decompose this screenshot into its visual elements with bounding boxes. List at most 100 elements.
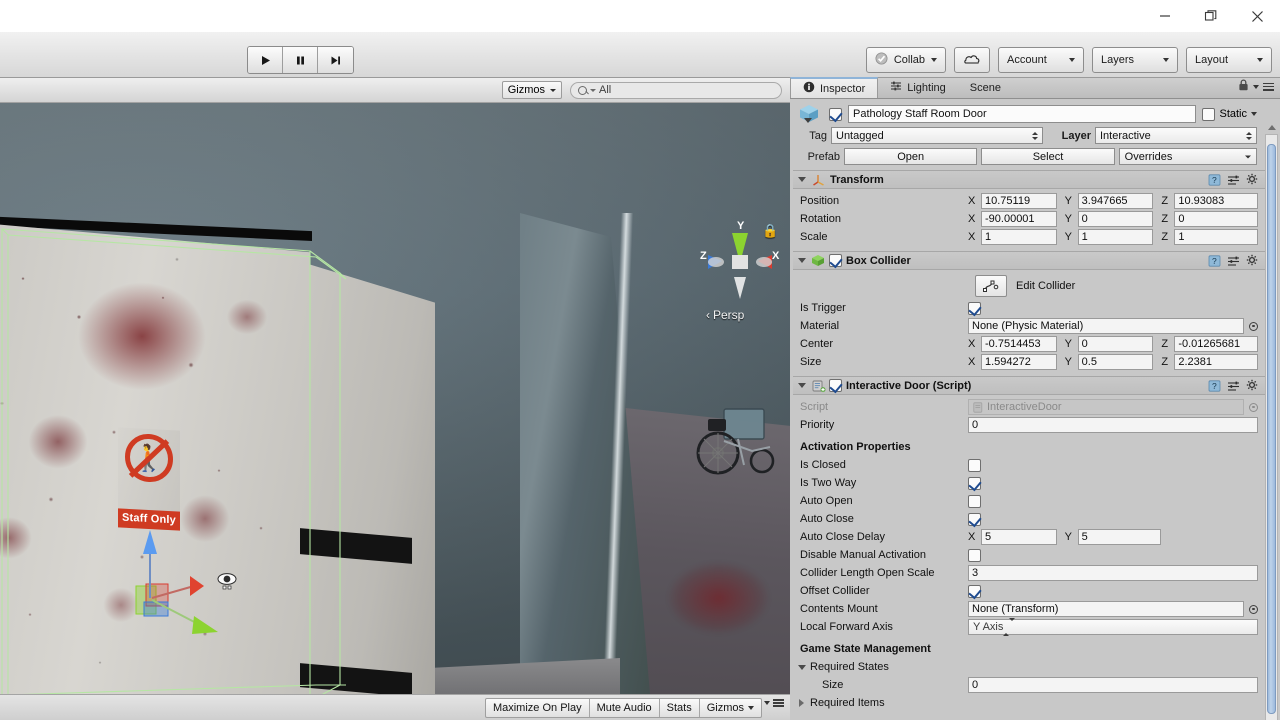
- axis-z-label: Z: [1161, 213, 1169, 225]
- scene-viewport[interactable]: 🚶 Staff Only: [0, 103, 790, 694]
- position-y-input[interactable]: 3.947665: [1077, 193, 1154, 209]
- auto-open-checkbox[interactable]: [968, 494, 981, 508]
- scale-x-input[interactable]: 1: [981, 229, 1057, 245]
- material-object-field[interactable]: None (Physic Material): [968, 318, 1244, 334]
- scene-wheelchair-prop: [690, 403, 790, 493]
- object-picker-icon[interactable]: [1249, 321, 1258, 331]
- prefab-open-button[interactable]: Open: [844, 148, 978, 165]
- scale-z-input[interactable]: 1: [1174, 229, 1259, 245]
- foldout-toggle[interactable]: [796, 380, 807, 391]
- center-x-input[interactable]: -0.7514453: [981, 336, 1057, 352]
- preset-icon[interactable]: [1226, 254, 1240, 267]
- tag-dropdown[interactable]: Untagged: [831, 127, 1043, 144]
- auto-close-delay-x-input[interactable]: 5: [981, 529, 1057, 545]
- scale-y-input[interactable]: 1: [1077, 229, 1154, 245]
- rotation-x-input[interactable]: -90.00001: [981, 211, 1057, 227]
- tab-lighting[interactable]: Lighting: [878, 77, 958, 98]
- close-button[interactable]: [1234, 0, 1280, 32]
- scale-y-value: 1: [1081, 231, 1088, 243]
- layer-dropdown[interactable]: Interactive: [1095, 127, 1257, 144]
- lock-icon[interactable]: [1238, 79, 1249, 94]
- gameobject-enabled-checkbox[interactable]: [829, 107, 842, 121]
- component-header[interactable]: Transform ?: [793, 170, 1265, 189]
- scene-search-input[interactable]: All: [570, 81, 782, 99]
- contents-mount-object-field[interactable]: None (Transform): [968, 601, 1244, 617]
- property-label: Is Trigger: [800, 302, 846, 314]
- scrollbar-thumb[interactable]: [1267, 144, 1276, 714]
- collab-button[interactable]: Collab: [865, 47, 946, 73]
- chevron-down-icon: [764, 701, 770, 705]
- center-y-input[interactable]: 0: [1077, 336, 1154, 352]
- scene-gizmos-dropdown[interactable]: Gizmos: [501, 81, 562, 99]
- center-z-input[interactable]: -0.01265681: [1174, 336, 1259, 352]
- is-two-way-checkbox[interactable]: [968, 476, 981, 490]
- tab-scene[interactable]: Scene: [958, 77, 1013, 98]
- layers-button[interactable]: Layers: [1092, 47, 1178, 73]
- required-states-size-input[interactable]: 0: [968, 677, 1258, 693]
- scene-bottom-panel-menu[interactable]: [764, 699, 784, 707]
- preset-icon[interactable]: [1226, 173, 1240, 186]
- position-x-input[interactable]: 10.75119: [981, 193, 1057, 209]
- prefab-select-button[interactable]: Select: [981, 148, 1115, 165]
- help-icon[interactable]: ?: [1207, 379, 1221, 392]
- disable-manual-activation-checkbox[interactable]: [968, 548, 981, 562]
- collider-length-open-scale-input[interactable]: 3: [968, 565, 1258, 581]
- required-states-foldout[interactable]: Required States: [796, 658, 1258, 676]
- mute-audio-toggle[interactable]: Mute Audio: [590, 699, 660, 717]
- edit-collider-button[interactable]: [975, 275, 1007, 297]
- help-icon[interactable]: ?: [1207, 254, 1221, 267]
- rotation-z-input[interactable]: 0: [1174, 211, 1259, 227]
- account-button[interactable]: Account: [998, 47, 1084, 73]
- object-picker-icon[interactable]: [1249, 604, 1258, 614]
- audio-listener-gizmo-icon[interactable]: [216, 571, 238, 593]
- size-z-input[interactable]: 2.2381: [1174, 354, 1259, 370]
- priority-input[interactable]: 0: [968, 417, 1258, 433]
- auto-close-delay-y-input[interactable]: 5: [1077, 529, 1162, 545]
- minimize-button[interactable]: [1142, 0, 1188, 32]
- pause-button[interactable]: [283, 47, 318, 73]
- size-y-input[interactable]: 0.5: [1077, 354, 1154, 370]
- layout-button[interactable]: Layout: [1186, 47, 1272, 73]
- foldout-toggle[interactable]: [796, 174, 807, 185]
- gear-icon[interactable]: [1245, 254, 1259, 267]
- chevron-down-icon: [931, 58, 937, 62]
- gear-icon[interactable]: [1245, 173, 1259, 186]
- component-enabled-checkbox[interactable]: [829, 254, 842, 267]
- component-header[interactable]: Box Collider ?: [793, 251, 1265, 270]
- required-items-foldout[interactable]: Required Items: [796, 694, 1258, 712]
- help-icon[interactable]: ?: [1207, 173, 1221, 186]
- play-button[interactable]: [248, 47, 283, 73]
- cloud-button[interactable]: [954, 47, 990, 73]
- restore-button[interactable]: [1188, 0, 1234, 32]
- scene-projection-label[interactable]: ‹ Persp: [706, 308, 744, 322]
- static-checkbox[interactable]: [1202, 107, 1216, 121]
- inspector-panel-menu[interactable]: [1253, 82, 1274, 91]
- is-trigger-checkbox[interactable]: [968, 301, 981, 315]
- local-forward-axis-dropdown[interactable]: Y Axis: [968, 618, 1258, 636]
- is-closed-checkbox[interactable]: [968, 458, 981, 472]
- inspector-scrollbar[interactable]: [1265, 122, 1278, 720]
- chevron-down-icon[interactable]: [1251, 112, 1257, 116]
- step-button[interactable]: [318, 47, 353, 73]
- maximize-on-play-toggle[interactable]: Maximize On Play: [486, 699, 590, 717]
- rotation-y-input[interactable]: 0: [1077, 211, 1154, 227]
- foldout-toggle[interactable]: [796, 662, 807, 673]
- foldout-toggle[interactable]: [796, 698, 807, 709]
- tab-inspector[interactable]: Inspector: [790, 77, 879, 98]
- preset-icon[interactable]: [1226, 379, 1240, 392]
- foldout-toggle[interactable]: [796, 255, 807, 266]
- component-header[interactable]: Interactive Door (Script) ?: [793, 376, 1265, 395]
- toolbar-right-group: Collab Account Layers Layout: [865, 47, 1272, 73]
- prefab-overrides-dropdown[interactable]: Overrides: [1118, 148, 1257, 165]
- gameobject-name-input[interactable]: Pathology Staff Room Door: [848, 105, 1197, 123]
- component-enabled-checkbox[interactable]: [829, 379, 842, 392]
- scene-gizmo-lock-icon[interactable]: 🔒: [762, 223, 778, 239]
- size-x-input[interactable]: 1.594272: [981, 354, 1057, 370]
- game-gizmos-dropdown[interactable]: Gizmos: [700, 699, 761, 717]
- position-z-input[interactable]: 10.93083: [1174, 193, 1259, 209]
- gear-icon[interactable]: [1245, 379, 1259, 392]
- offset-collider-checkbox[interactable]: [968, 584, 981, 598]
- scroll-up-arrow-icon[interactable]: [1267, 122, 1276, 132]
- auto-close-checkbox[interactable]: [968, 512, 981, 526]
- stats-toggle[interactable]: Stats: [660, 699, 700, 717]
